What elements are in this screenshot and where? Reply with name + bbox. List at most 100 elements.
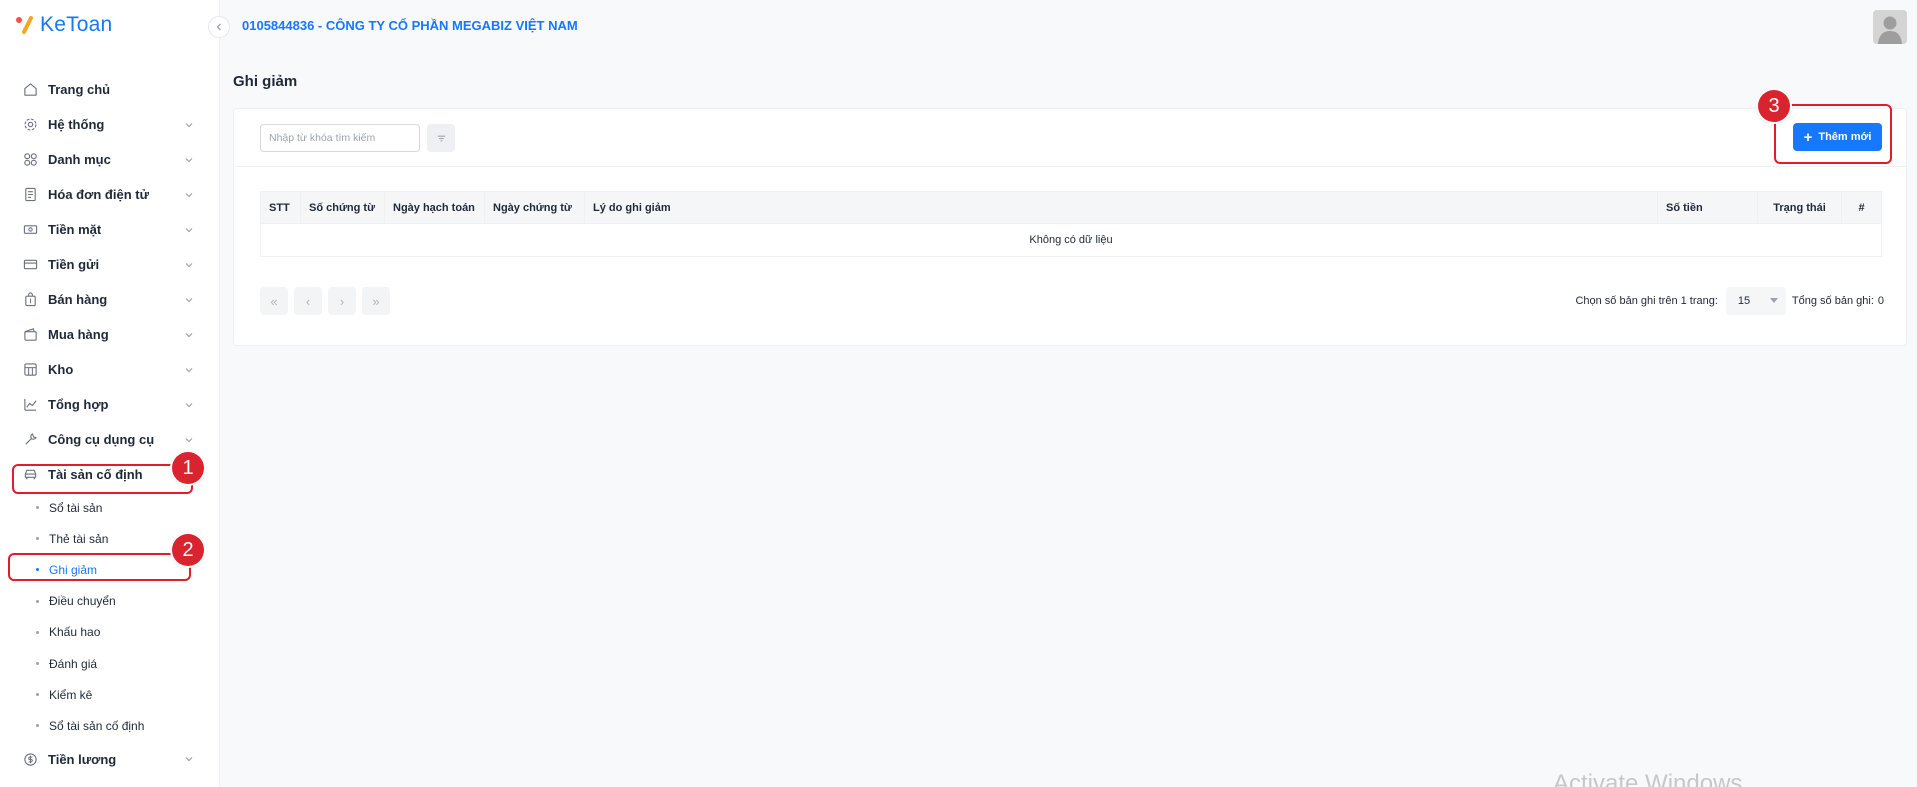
chevron-down-icon: [185, 122, 193, 127]
sidebar-subitem-so-tai-san-co-dinh[interactable]: Sổ tài sản cố định: [0, 710, 220, 741]
page-size-label: Chọn số bản ghi trên 1 trang:: [1575, 295, 1718, 307]
filter-icon: [437, 135, 445, 141]
sidebar-item-ban-hang[interactable]: Bán hàng: [0, 282, 220, 317]
home-icon: [22, 81, 39, 98]
sidebar-subitem-label: Thẻ tài sản: [49, 531, 109, 546]
warehouse-icon: [22, 361, 39, 378]
sidebar-item-tien-mat[interactable]: Tiền mặt: [0, 212, 220, 247]
sidebar-item-label: Mua hàng: [48, 327, 109, 342]
search-input[interactable]: [260, 124, 420, 152]
chevron-down-icon: [185, 757, 193, 762]
filter-button[interactable]: [427, 124, 455, 152]
page-size-select[interactable]: 15: [1725, 287, 1786, 315]
total-records-value: 0: [1877, 295, 1884, 307]
column-header-stt[interactable]: STT: [260, 191, 301, 224]
sidebar-subitem-label: Điều chuyển: [49, 594, 116, 609]
grid-icon: [22, 151, 39, 168]
chevron-left-icon: ‹: [305, 293, 311, 309]
last-page-button[interactable]: »: [362, 287, 390, 315]
annotation-badge-3: 3: [1758, 90, 1790, 122]
next-page-button[interactable]: ›: [328, 287, 356, 315]
column-header-so-chung-tu[interactable]: Số chứng từ: [300, 191, 385, 224]
sidebar-item-he-thong[interactable]: Hệ thống: [0, 107, 220, 142]
sidebar-item-label: Tiền gửi: [48, 257, 100, 272]
sidebar-item-tong-hop[interactable]: Tổng hợp: [0, 387, 220, 422]
sidebar-item-mua-hang[interactable]: Mua hàng: [0, 317, 220, 352]
cash-icon: [22, 221, 39, 238]
salary-icon: [22, 751, 39, 768]
chevron-down-icon: [185, 192, 193, 197]
column-header-so-tien[interactable]: Số tiền: [1657, 191, 1758, 224]
chevron-left-icon: [216, 23, 221, 31]
sidebar-subitem-label: Khấu hao: [49, 625, 101, 640]
chevron-down-icon: [185, 437, 193, 442]
sidebar-subitem-label: Kiểm kê: [49, 687, 93, 702]
chevron-down-icon: [185, 262, 193, 267]
column-header-ly-do-ghi-giam[interactable]: Lý do ghi giảm: [584, 191, 1658, 224]
sidebar-item-label: Trang chủ: [48, 82, 111, 97]
sidebar-item-label: Bán hàng: [48, 292, 108, 307]
logo-text: KeToan: [40, 13, 113, 36]
chevron-right-icon: ›: [339, 293, 345, 309]
caret-down-icon: [1769, 298, 1778, 303]
sidebar-item-label: Danh mục: [48, 152, 111, 167]
chevron-down-icon: [185, 297, 193, 302]
sidebar-menu: Trang chủ Hệ thống Danh mục Hóa đơn điện…: [0, 72, 220, 777]
sidebar: KeToan Trang chủ Hệ thống Danh mục Hóa đ…: [0, 0, 220, 787]
sidebar-item-tien-luong[interactable]: Tiền lương: [0, 742, 220, 777]
column-header-ngay-hach-toan[interactable]: Ngày hạch toán: [384, 191, 485, 224]
page-title: Ghi giảm: [233, 73, 298, 90]
app-logo[interactable]: KeToan: [14, 13, 112, 37]
chevron-down-icon: [185, 402, 193, 407]
company-name[interactable]: 0105844836 - CÔNG TY CỔ PHẦN MEGABIZ VIỆ…: [242, 18, 578, 33]
gear-icon: [22, 116, 39, 133]
column-header-ngay-chung-tu[interactable]: Ngày chứng từ: [484, 191, 585, 224]
column-header-trang-thai[interactable]: Trạng thái: [1757, 191, 1842, 224]
logo-mark-icon: [16, 16, 33, 34]
sidebar-subitem-dieu-chuyen[interactable]: Điều chuyển: [0, 586, 220, 617]
sidebar-item-tien-gui[interactable]: Tiền gửi: [0, 247, 220, 282]
sidebar-item-label: Công cụ dụng cụ: [48, 432, 155, 447]
bag-icon: [22, 291, 39, 308]
sidebar-item-label: Tiền mặt: [48, 222, 102, 237]
sidebar-item-trang-chu[interactable]: Trang chủ: [0, 72, 220, 107]
top-header: 0105844836 - CÔNG TY CỔ PHẦN MEGABIZ VIỆ…: [220, 0, 1917, 52]
data-table: STT Số chứng từ Ngày hạch toán Ngày chứn…: [260, 191, 1882, 257]
bullet-icon: [36, 506, 39, 510]
page-size-control: Chọn số bản ghi trên 1 trang: 15 Tổng số…: [1575, 287, 1884, 315]
annotation-highlight-3: [1774, 104, 1892, 164]
sidebar-item-label: Tiền lương: [48, 751, 117, 767]
first-page-button[interactable]: «: [260, 287, 288, 315]
sidebar-item-danh-muc[interactable]: Danh mục: [0, 142, 220, 177]
user-icon: [1873, 10, 1907, 44]
sidebar-subitem-khau-hao[interactable]: Khấu hao: [0, 617, 220, 648]
chevron-down-icon: [185, 367, 193, 372]
windows-watermark: Activate Windows: [1553, 770, 1743, 787]
sidebar-subitem-kiem-ke[interactable]: Kiểm kê: [0, 679, 220, 710]
sidebar-subitem-so-tai-san[interactable]: Sổ tài sản: [0, 492, 220, 523]
prev-page-button[interactable]: ‹: [294, 287, 322, 315]
chart-icon: [22, 396, 39, 413]
wallet-icon: [22, 326, 39, 343]
sidebar-item-hoa-don-dien-tu[interactable]: Hóa đơn điện tử: [0, 177, 220, 212]
annotation-highlight-1: [12, 464, 193, 494]
double-chevron-right-icon: »: [372, 293, 380, 309]
sidebar-subitem-label: Đánh giá: [49, 656, 98, 671]
tools-icon: [22, 431, 39, 448]
content-card: + Thêm mới STT Số chứng từ Ngày hạch toá…: [233, 108, 1907, 346]
annotation-badge-2: 2: [172, 534, 204, 566]
column-header-actions: #: [1841, 191, 1882, 224]
sidebar-item-kho[interactable]: Kho: [0, 352, 220, 387]
invoice-icon: [22, 186, 39, 203]
sidebar-item-label: Hệ thống: [48, 117, 105, 132]
avatar[interactable]: [1873, 10, 1907, 44]
collapse-sidebar-button[interactable]: [208, 16, 230, 38]
table-header-row: STT Số chứng từ Ngày hạch toán Ngày chứn…: [260, 191, 1882, 224]
sidebar-subitem-danh-gia[interactable]: Đánh giá: [0, 648, 220, 679]
pagination: « ‹ › »: [260, 287, 390, 315]
annotation-badge-1: 1: [172, 452, 204, 484]
bullet-icon: [36, 724, 39, 728]
sidebar-subitem-label: Sổ tài sản cố định: [49, 718, 145, 733]
bullet-icon: [36, 693, 39, 697]
empty-state-text: Không có dữ liệu: [260, 223, 1882, 257]
